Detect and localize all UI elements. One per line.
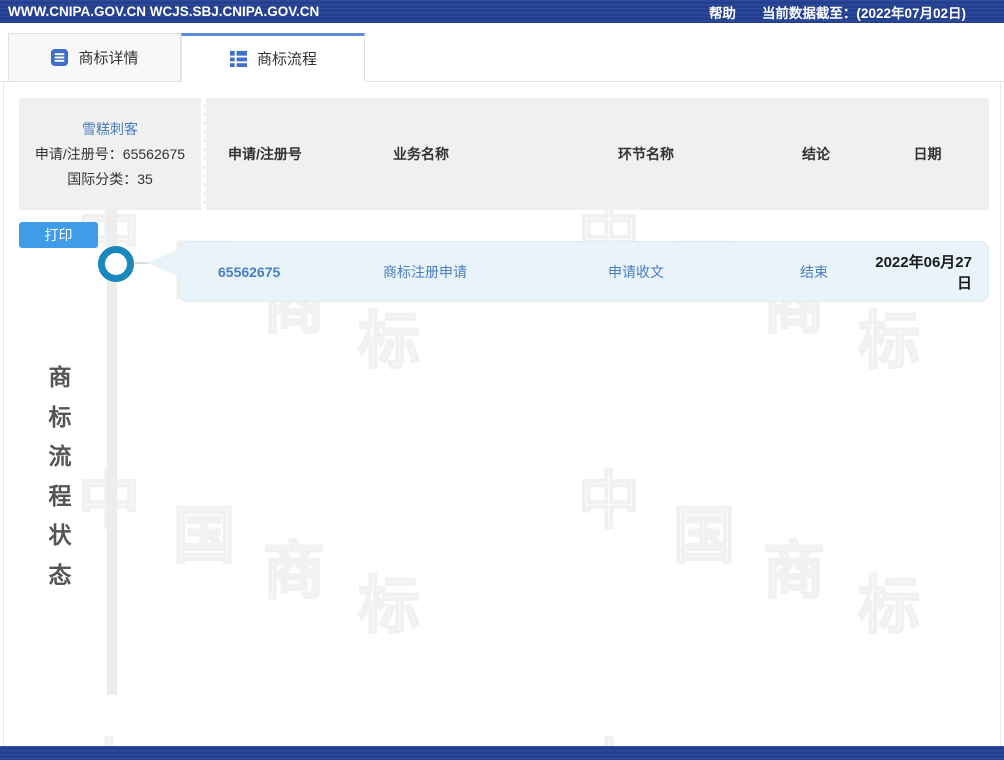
print-button[interactable]: 打印	[19, 222, 98, 248]
column-header: 日期	[866, 144, 989, 164]
vertical-page-title: 商标流程状态	[43, 358, 77, 595]
column-header: 申请/注册号	[216, 144, 381, 164]
trademark-name: 雪糕刺客	[82, 117, 138, 142]
document-lines-icon	[50, 48, 69, 67]
column-header: 结论	[766, 144, 866, 164]
data-cutoff-text: 当前数据截至：(2022年07月02日)	[762, 2, 966, 22]
watermark-glyph: 标	[858, 290, 920, 380]
footer-bar	[0, 746, 1004, 760]
site-domains: WWW.CNIPA.GOV.CN WCJS.SBJ.CNIPA.GOV.CN	[8, 4, 319, 19]
tab-label: 商标流程	[257, 48, 317, 69]
top-bar: WWW.CNIPA.GOV.CN WCJS.SBJ.CNIPA.GOV.CN 帮…	[0, 0, 1004, 23]
row-cell: 商标注册申请	[379, 262, 604, 282]
watermark-glyph: 标	[858, 555, 920, 645]
trademark-intl-class: 国际分类：35	[67, 167, 153, 192]
watermark-glyph: 标	[358, 290, 420, 380]
main-panel: 中国商标中国商标中国商标中国商标中国商标中国商标 雪糕刺客 申请/注册号：655…	[3, 82, 1001, 760]
watermark-glyph: 国	[173, 485, 235, 575]
timeline-node-circle	[98, 246, 134, 282]
row-bubble-pointer	[147, 249, 180, 277]
trademark-reg-no: 申请/注册号：65562675	[35, 142, 185, 167]
tab-label: 商标详情	[78, 47, 138, 68]
tab-trademark-details[interactable]: 商标详情	[8, 33, 181, 82]
row-cell: 申请收文	[604, 262, 764, 282]
watermark-glyph: 标	[358, 555, 420, 645]
watermark-glyph: 商	[763, 520, 825, 610]
help-link[interactable]: 帮助	[709, 2, 736, 22]
timeline-track	[107, 210, 117, 695]
watermark-glyph: 中	[578, 450, 640, 540]
column-header: 环节名称	[606, 144, 766, 164]
list-grid-icon	[229, 49, 248, 68]
watermark-glyph: 国	[673, 485, 735, 575]
column-header: 业务名称	[381, 144, 606, 164]
row-cell: 65562675	[214, 264, 379, 280]
tab-bar: 商标详情 商标流程	[0, 23, 1004, 82]
watermark-glyph: 商	[263, 520, 325, 610]
row-cell: 2022年06月27日	[864, 251, 988, 293]
table-row[interactable]: 65562675商标注册申请申请收文结束2022年06月27日	[179, 241, 989, 302]
table-header-row: 申请/注册号业务名称环节名称结论日期	[203, 98, 989, 210]
row-cell: 结束	[764, 262, 864, 282]
trademark-info-card: 雪糕刺客 申请/注册号：65562675 国际分类：35	[19, 98, 201, 210]
tab-trademark-process[interactable]: 商标流程	[181, 33, 365, 82]
